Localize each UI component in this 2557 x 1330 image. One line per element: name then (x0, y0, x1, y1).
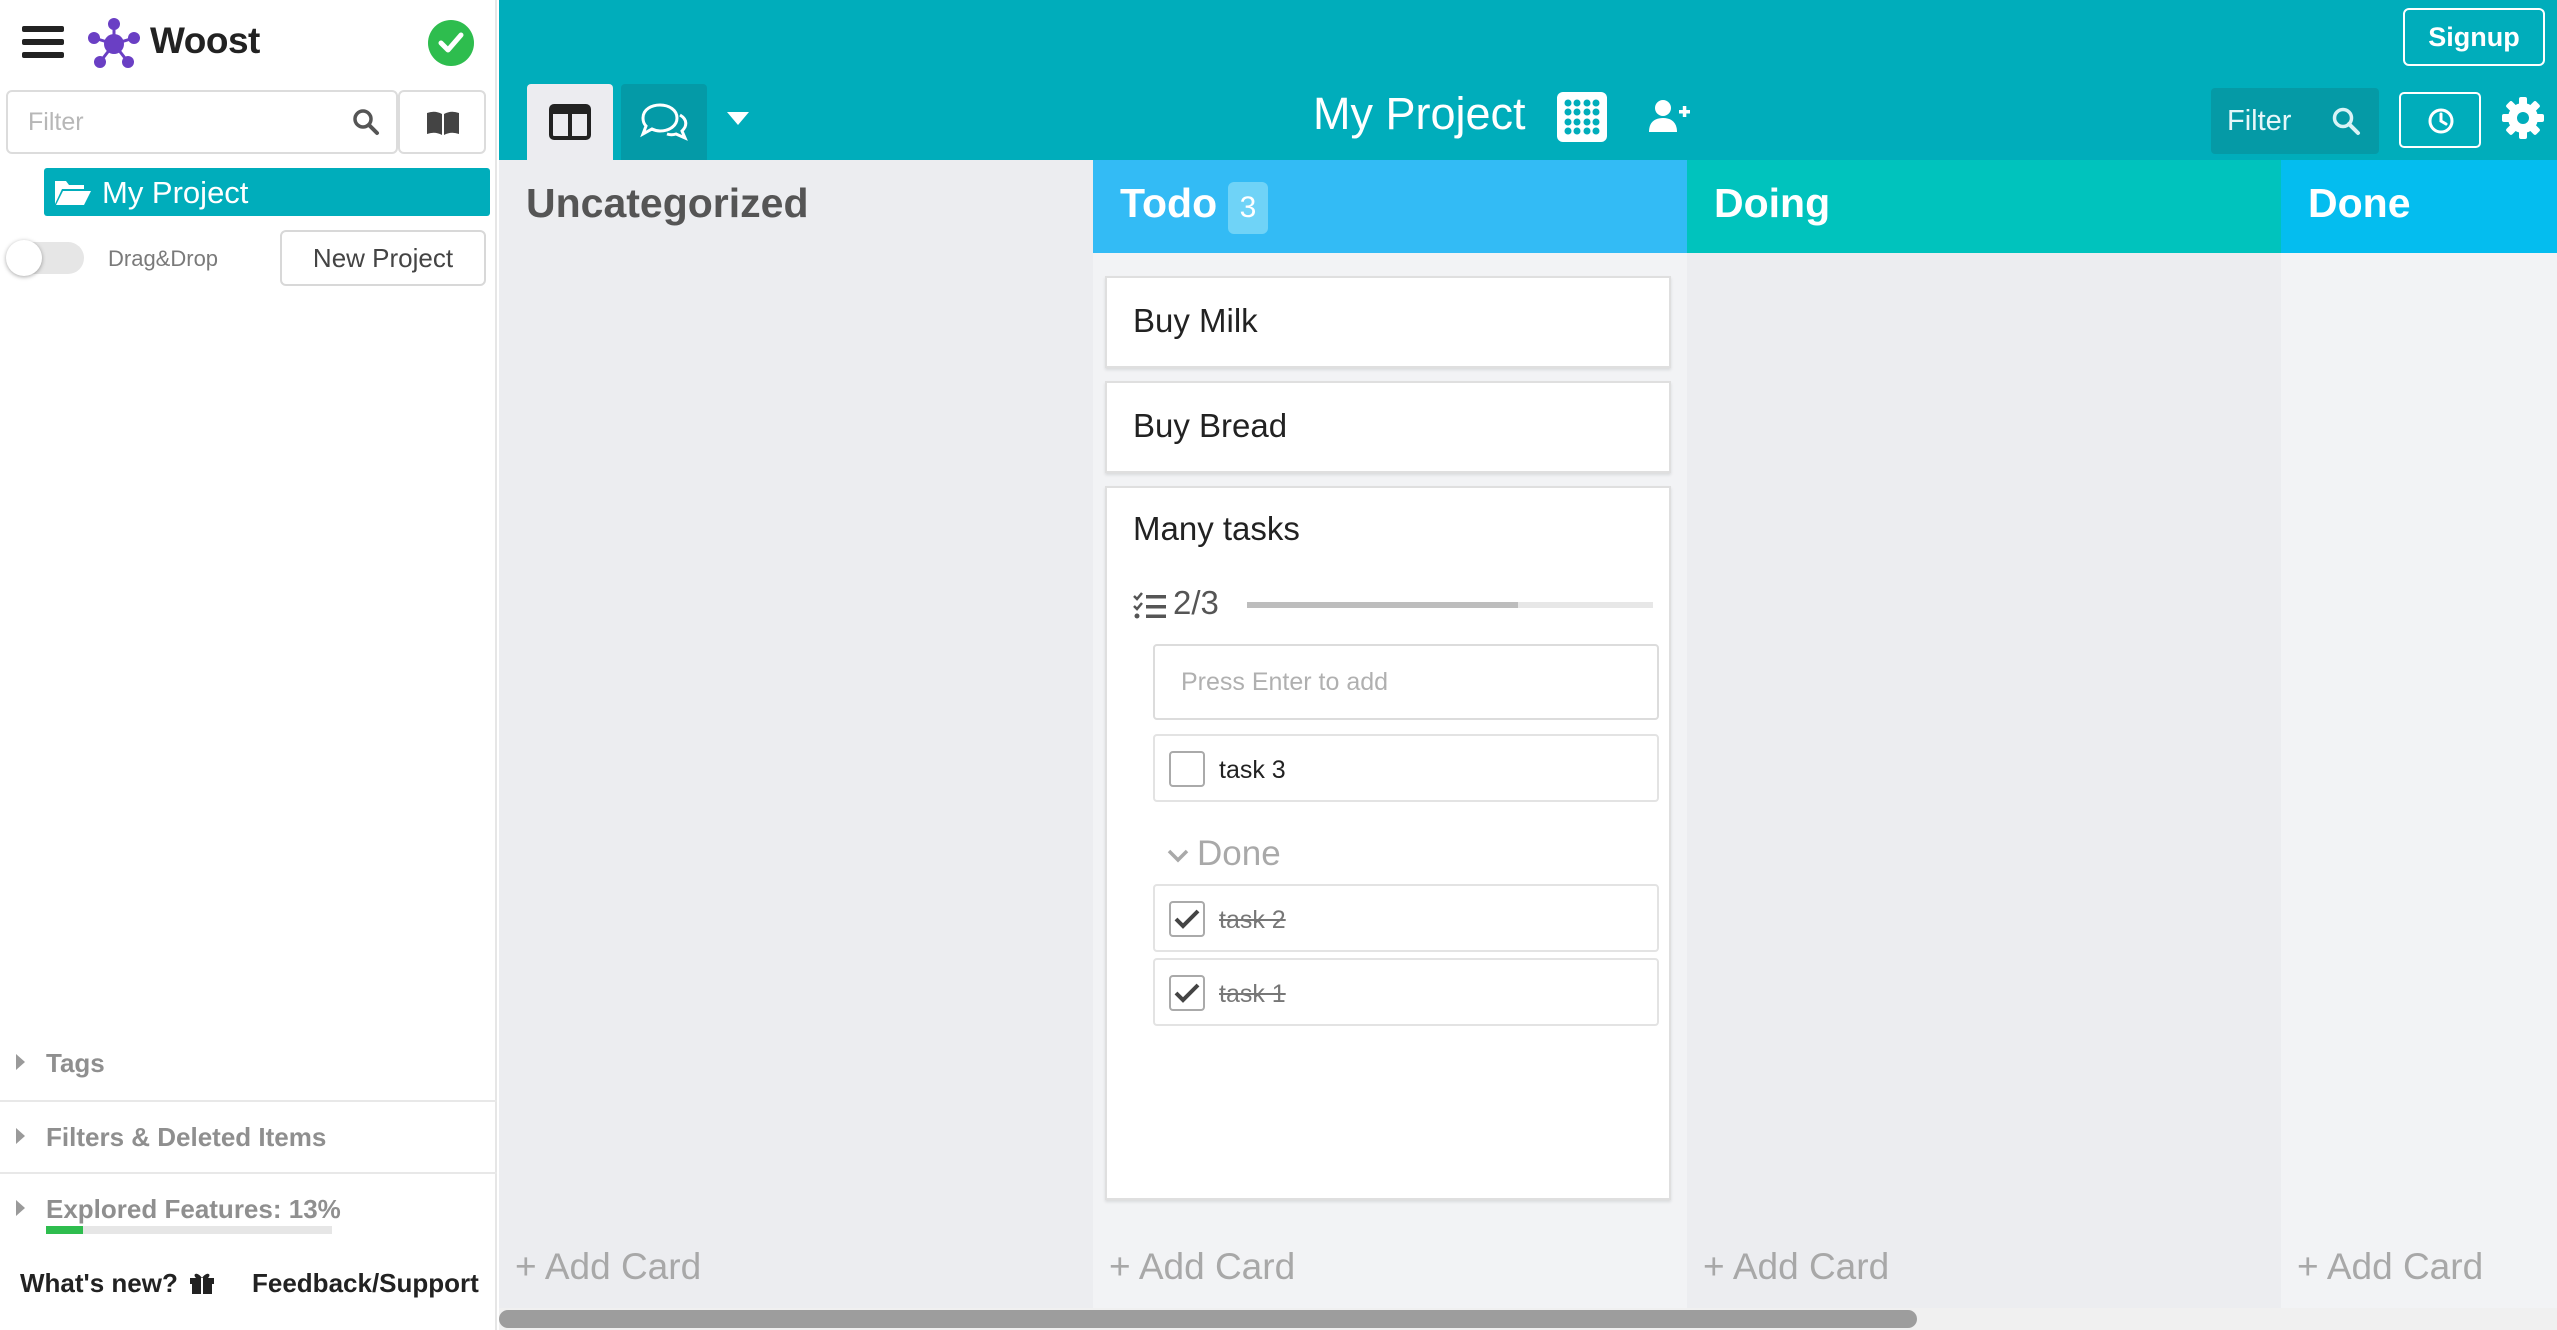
add-card-button[interactable]: + Add Card (1109, 1246, 1295, 1288)
sidebar-item-label: My Project (102, 175, 249, 210)
card-title: Many tasks (1133, 510, 1300, 547)
check-icon (1174, 909, 1200, 929)
board-view-icon (549, 104, 591, 140)
column-doing: Doing + Add Card (1687, 160, 2281, 1308)
feedback-support-link[interactable]: Feedback/Support (252, 1268, 479, 1299)
column-todo: Todo 3 Buy Milk Buy Bread Many tasks 2/3 (1093, 160, 1687, 1308)
folder-open-icon (55, 181, 91, 205)
checklist-progress-fill (1247, 602, 1518, 608)
column-title: Todo (1120, 180, 1218, 226)
task-item: task 1 (1153, 958, 1659, 1026)
task-item: task 3 (1153, 734, 1659, 802)
task-checkbox[interactable] (1169, 751, 1205, 787)
whats-new-label: What's new? (20, 1268, 178, 1298)
book-button[interactable] (398, 90, 486, 154)
hamburger-icon[interactable] (22, 26, 64, 62)
board-area: Signup My Project Filter Uncategorized +… (499, 0, 2557, 1330)
check-icon (1174, 983, 1200, 1003)
gear-icon[interactable] (2501, 96, 2545, 140)
search-icon[interactable] (352, 108, 380, 136)
task-label: task 3 (1219, 756, 1286, 784)
filters-section-label: Filters & Deleted Items (46, 1122, 327, 1152)
toggle-knob (6, 240, 42, 276)
add-card-button[interactable]: + Add Card (515, 1246, 701, 1288)
done-tasks-toggle[interactable]: Done (1167, 834, 1281, 874)
apps-grid-icon[interactable] (1557, 92, 1607, 142)
column-header: Doing (1687, 160, 2281, 253)
card-buy-milk[interactable]: Buy Milk (1105, 276, 1671, 368)
card-title: Buy Bread (1133, 407, 1288, 444)
explored-section-label: Explored Features: 13% (46, 1194, 341, 1224)
chat-view-icon (640, 103, 688, 141)
explored-progress-bar (46, 1226, 332, 1234)
board-filter-input[interactable] (2227, 88, 2337, 154)
column-header: Todo 3 (1093, 160, 1687, 253)
task-checkbox[interactable] (1169, 975, 1205, 1011)
checklist-icon (1133, 592, 1166, 619)
caret-right-icon (16, 1200, 25, 1216)
tags-section-label: Tags (46, 1048, 105, 1078)
board-filter (2211, 88, 2379, 154)
tags-section[interactable]: Tags (0, 1028, 497, 1098)
history-icon (2428, 108, 2454, 134)
whats-new-link[interactable]: What's new? (20, 1268, 215, 1299)
dragdrop-toggle[interactable] (6, 240, 84, 276)
card-buy-bread[interactable]: Buy Bread (1105, 381, 1671, 473)
sync-ok-icon (428, 20, 474, 66)
sidebar-header: Woost (0, 0, 497, 88)
caret-right-icon (16, 1054, 25, 1070)
chevron-down-icon (1167, 849, 1189, 863)
caret-right-icon (16, 1128, 25, 1144)
column-title: Uncategorized (526, 180, 809, 226)
column-header: Done (2281, 160, 2557, 253)
task-item: task 2 (1153, 884, 1659, 952)
card-title: Buy Milk (1133, 302, 1258, 339)
column-title: Done (2308, 180, 2411, 226)
scrollbar-thumb[interactable] (499, 1310, 1917, 1328)
filters-deleted-section[interactable]: Filters & Deleted Items (0, 1100, 497, 1170)
card-count-badge: 3 (1228, 182, 1268, 234)
history-button[interactable] (2399, 92, 2481, 148)
task-checkbox[interactable] (1169, 901, 1205, 937)
checklist-count: 2/3 (1173, 584, 1219, 621)
task-label: task 2 (1219, 906, 1286, 934)
sidebar-filter-input[interactable] (28, 92, 328, 152)
sidebar-item-my-project[interactable]: My Project (44, 168, 490, 216)
add-user-icon[interactable] (1647, 98, 1691, 134)
add-card-button[interactable]: + Add Card (2297, 1246, 2483, 1288)
add-card-button[interactable]: + Add Card (1703, 1246, 1889, 1288)
chat-view-tab[interactable] (621, 84, 707, 160)
book-icon (427, 111, 459, 135)
column-title: Doing (1714, 180, 1831, 226)
sidebar-filter (6, 90, 398, 154)
new-project-button[interactable]: New Project (280, 230, 486, 286)
dragdrop-label: Drag&Drop (108, 246, 219, 271)
column-uncategorized: Uncategorized + Add Card (499, 160, 1093, 1308)
page-title: My Project (1313, 88, 1526, 139)
top-bar: Signup My Project (499, 0, 2557, 160)
new-task-input[interactable] (1153, 644, 1659, 720)
app-logo-text: Woost (150, 20, 260, 61)
column-header: Uncategorized (499, 160, 1093, 253)
board-view-tab[interactable] (527, 84, 613, 160)
gift-icon (190, 1273, 215, 1294)
card-many-tasks[interactable]: Many tasks 2/3 task 3 Done (1105, 486, 1671, 1200)
woost-logo-icon (88, 18, 140, 68)
done-tasks-label: Done (1197, 834, 1281, 873)
task-label: task 1 (1219, 980, 1286, 1008)
sidebar: Woost My Project Drag&Drop New Project T… (0, 0, 497, 1330)
explored-progress-fill (46, 1226, 84, 1234)
column-done: Done + Add Card (2281, 160, 2557, 1308)
checklist-progress-bar (1247, 602, 1653, 608)
horizontal-scrollbar[interactable] (499, 1308, 2557, 1330)
search-icon[interactable] (2331, 106, 2361, 136)
signup-button[interactable]: Signup (2403, 8, 2545, 66)
caret-down-icon[interactable] (727, 112, 749, 125)
